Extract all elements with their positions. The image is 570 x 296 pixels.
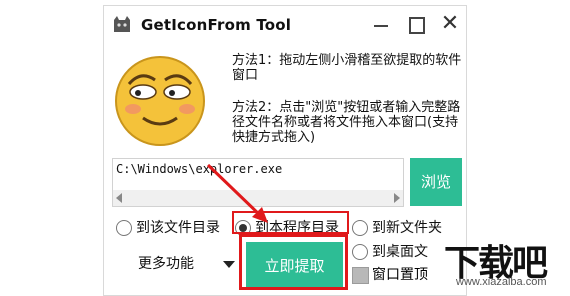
scroll-right-icon[interactable] <box>394 193 400 203</box>
radio-label: 到新文件夹 <box>372 220 442 236</box>
path-input[interactable]: C:\Windows\explorer.exe <box>112 158 404 207</box>
radio-label: 到桌面文 <box>372 244 428 260</box>
cat-app-icon <box>114 16 130 32</box>
scroll-left-icon[interactable] <box>116 193 122 203</box>
dropdown-caret-icon[interactable] <box>223 261 235 268</box>
radio-dot <box>352 244 368 260</box>
horizontal-scrollbar[interactable] <box>113 190 403 206</box>
close-button[interactable]: ✕ <box>437 13 463 36</box>
maximize-button[interactable] <box>402 14 428 36</box>
radio-dot <box>116 220 132 236</box>
watermark-logo: 下载吧 www.xiazaiba.com <box>438 232 570 295</box>
method-1-text: 方法1：拖动左侧小滑稽至欲提取的软件窗口 <box>232 53 462 83</box>
method-2-text: 方法2：点击"浏览"按钮或者输入完整路径文件名称或者将文件拖入本窗口(支持快捷方… <box>232 100 461 145</box>
checkbox-box <box>352 267 369 284</box>
title-bar: GetIconFrom Tool ✕ <box>104 6 466 40</box>
radio-label: 到该文件目录 <box>136 220 220 236</box>
more-functions-button[interactable]: 更多功能 <box>138 252 194 276</box>
browse-button[interactable]: 浏览 <box>410 158 462 206</box>
drag-smiley-icon[interactable] <box>113 54 207 148</box>
window-title: GetIconFrom Tool <box>141 16 292 34</box>
path-value: C:\Windows\explorer.exe <box>116 162 283 176</box>
checkbox-label: 窗口置顶 <box>372 267 428 283</box>
watermark-url: www.xiazaiba.com <box>456 276 547 288</box>
radio-dot <box>352 220 368 236</box>
highlight-frame-button <box>239 234 348 290</box>
highlight-frame-radio <box>232 211 349 234</box>
minimize-button[interactable] <box>368 14 394 36</box>
